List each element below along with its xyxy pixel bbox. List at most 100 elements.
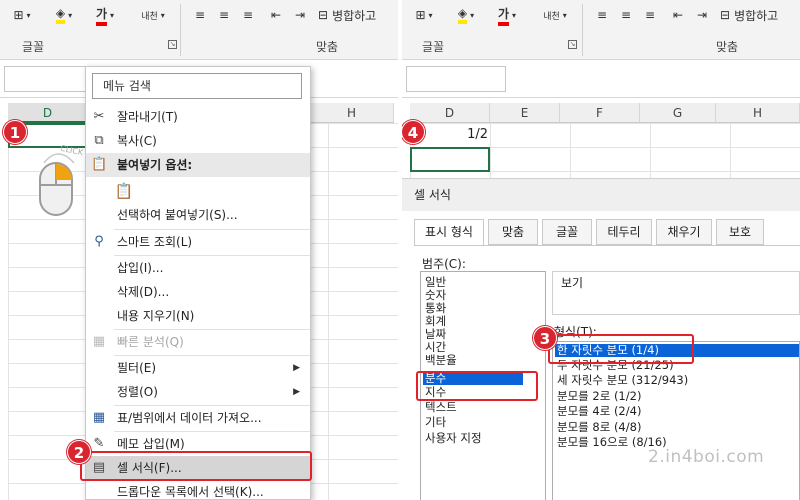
paint-bucket-icon: ◈ bbox=[457, 6, 468, 24]
watermark: 2.in4boi.com bbox=[648, 447, 765, 467]
column-header-d[interactable]: D bbox=[8, 103, 88, 123]
increase-indent-icon: ⇥ bbox=[294, 8, 306, 22]
column-header-h[interactable]: H bbox=[716, 103, 800, 123]
category-item[interactable]: 텍스트 bbox=[425, 401, 457, 414]
menu-item-label: 붙여넣기 옵션: bbox=[117, 158, 193, 172]
increase-indent-button[interactable]: ⇥ bbox=[290, 4, 310, 26]
align-center-icon: ≡ bbox=[218, 8, 230, 22]
menu-item-paste-special[interactable]: 선택하여 붙여넣기(S)... bbox=[86, 203, 310, 227]
column-header-d[interactable]: D bbox=[410, 103, 490, 123]
phonetic-button[interactable]: 내천 ▾ bbox=[538, 4, 572, 26]
chevron-down-icon: ▾ bbox=[110, 10, 115, 20]
fill-color-button[interactable]: ◈ ▾ bbox=[48, 4, 80, 26]
align-right-icon: ≡ bbox=[644, 8, 656, 22]
borders-button[interactable]: ⊞ ▾ bbox=[4, 4, 40, 26]
merge-icon: ⊟ bbox=[720, 8, 731, 22]
chevron-down-icon: ▾ bbox=[470, 10, 475, 20]
menu-item-delete[interactable]: 삭제(D)... bbox=[86, 280, 310, 304]
increase-indent-button[interactable]: ⇥ bbox=[692, 4, 712, 26]
submenu-arrow-icon: ▶ bbox=[293, 387, 300, 397]
merge-label: 병합하고 bbox=[332, 8, 377, 23]
preview-label: 보기 bbox=[561, 276, 584, 290]
borders-icon: ⊞ bbox=[415, 8, 426, 22]
align-center-button[interactable]: ≡ bbox=[214, 4, 234, 26]
step-badge-1: 1 bbox=[3, 120, 27, 144]
tab-protection[interactable]: 보호 bbox=[716, 219, 764, 245]
decrease-indent-icon: ⇤ bbox=[672, 8, 684, 22]
decrease-indent-button[interactable]: ⇤ bbox=[266, 4, 286, 26]
selected-cell[interactable] bbox=[410, 147, 490, 172]
align-left-button[interactable]: ≡ bbox=[592, 4, 612, 26]
column-header-f[interactable]: F bbox=[560, 103, 640, 123]
menu-item-smart-lookup[interactable]: ⚲ 스마트 조회(L) bbox=[86, 230, 310, 254]
merge-label: 병합하고 bbox=[734, 8, 779, 23]
menu-item-label: 표/범위에서 데이터 가져오... bbox=[117, 411, 262, 425]
menu-item-label: 빠른 분석(Q) bbox=[117, 335, 184, 349]
quick-analysis-icon: ▦ bbox=[92, 334, 106, 349]
name-box[interactable] bbox=[406, 66, 506, 92]
menu-item-label: 스마트 조회(L) bbox=[117, 235, 193, 249]
align-left-button[interactable]: ≡ bbox=[190, 4, 210, 26]
menu-item-sort[interactable]: 정렬(O) ▶ bbox=[86, 380, 310, 404]
menu-item-copy[interactable]: ⧉ 복사(C) bbox=[86, 129, 310, 153]
borders-icon: ⊞ bbox=[13, 8, 24, 22]
column-header-e[interactable]: E bbox=[490, 103, 560, 123]
menu-item-cut[interactable]: ✂ 잘라내기(T) bbox=[86, 105, 310, 129]
tab-alignment[interactable]: 맞춤 bbox=[488, 219, 538, 245]
menu-search-input[interactable]: 메뉴 검색 bbox=[92, 73, 302, 99]
copy-icon: ⧉ bbox=[94, 133, 104, 148]
align-right-icon: ≡ bbox=[242, 8, 254, 22]
font-dialog-launcher-icon[interactable]: ↘ bbox=[168, 40, 177, 49]
fill-color-button[interactable]: ◈ ▾ bbox=[450, 4, 482, 26]
highlight-box-type bbox=[548, 334, 694, 364]
menu-item-insert[interactable]: 삽입(I)... bbox=[86, 256, 310, 280]
tab-fill[interactable]: 채우기 bbox=[656, 219, 712, 245]
type-item[interactable]: 분모를 4로 (2/4) bbox=[557, 405, 641, 418]
tab-font[interactable]: 글꼴 bbox=[542, 219, 592, 245]
chevron-down-icon: ▾ bbox=[26, 10, 31, 20]
group-divider bbox=[582, 4, 583, 56]
font-color-button[interactable]: 가 ▾ bbox=[88, 4, 122, 26]
align-center-button[interactable]: ≡ bbox=[616, 4, 636, 26]
category-label: 범주(C): bbox=[422, 257, 466, 271]
tab-number[interactable]: 표시 형식 bbox=[414, 219, 484, 246]
phonetic-icon: 내천 bbox=[141, 11, 158, 22]
menu-item-get-data[interactable]: ▦ 표/범위에서 데이터 가져오... bbox=[86, 406, 310, 430]
align-right-button[interactable]: ≡ bbox=[238, 4, 258, 26]
category-item[interactable]: 백분율 bbox=[425, 354, 457, 367]
menu-item-pick-from-list[interactable]: 드롭다운 목록에서 선택(K)... bbox=[86, 480, 310, 500]
left-panel: ⊞ ▾ ◈ ▾ 가 ▾ 내천 ▾ ≡ ≡ ≡ ⇤ ⇥ ⊟ 병합하고 글꼴 ↘ 맞춤 D H bbox=[0, 0, 398, 500]
menu-item-label: 정렬(O) bbox=[117, 385, 158, 399]
type-item[interactable]: 분모를 8로 (4/8) bbox=[557, 421, 641, 434]
submenu-arrow-icon: ▶ bbox=[293, 363, 300, 373]
ribbon: ⊞ ▾ ◈ ▾ 가 ▾ 내천 ▾ ≡ ≡ ≡ ⇤ ⇥ ⊟ 병합하고 글꼴 ↘ 맞춤 bbox=[402, 0, 800, 60]
tab-baseline bbox=[414, 245, 800, 246]
font-color-icon: 가 bbox=[497, 5, 510, 26]
font-group-label: 글꼴 bbox=[422, 40, 445, 54]
tab-border[interactable]: 테두리 bbox=[596, 219, 652, 245]
font-dialog-launcher-icon[interactable]: ↘ bbox=[568, 40, 577, 49]
font-color-button[interactable]: 가 ▾ bbox=[490, 4, 524, 26]
paint-bucket-icon: ◈ bbox=[55, 6, 66, 24]
decrease-indent-button[interactable]: ⇤ bbox=[668, 4, 688, 26]
menu-item-label: 메모 삽입(M) bbox=[117, 437, 185, 451]
borders-button[interactable]: ⊞ ▾ bbox=[406, 4, 442, 26]
merge-button[interactable]: ⊟ 병합하고 bbox=[318, 4, 398, 26]
phonetic-button[interactable]: 내천 ▾ bbox=[136, 4, 170, 26]
table-icon: ▦ bbox=[92, 410, 106, 425]
category-item[interactable]: 기타 bbox=[425, 416, 446, 429]
chevron-down-icon: ▾ bbox=[428, 10, 433, 20]
column-header-h[interactable]: H bbox=[310, 103, 394, 123]
menu-item-clear-contents[interactable]: 내용 지우기(N) bbox=[86, 304, 310, 328]
align-right-button[interactable]: ≡ bbox=[640, 4, 660, 26]
column-header-g[interactable]: G bbox=[640, 103, 716, 123]
type-item[interactable]: 세 자릿수 분모 (312/943) bbox=[557, 374, 688, 387]
category-item[interactable]: 사용자 지정 bbox=[425, 432, 482, 445]
menu-item-label: 잘라내기(T) bbox=[117, 110, 178, 124]
merge-button[interactable]: ⊟ 병합하고 bbox=[720, 4, 800, 26]
type-list[interactable]: 한 자릿수 분모 (1/4) 두 자릿수 분모 (21/25) 세 자릿수 분모… bbox=[552, 341, 800, 500]
chevron-down-icon: ▾ bbox=[68, 10, 73, 20]
step-badge-3: 3 bbox=[533, 326, 557, 350]
type-item[interactable]: 분모를 2로 (1/2) bbox=[557, 390, 641, 403]
menu-item-filter[interactable]: 필터(E) ▶ bbox=[86, 356, 310, 380]
